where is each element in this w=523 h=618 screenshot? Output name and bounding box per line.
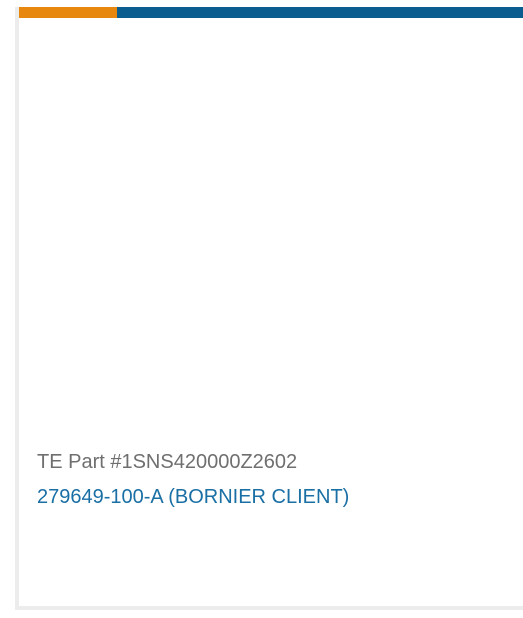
part-number: TE Part #1SNS420000Z2602 [37,451,298,473]
card-accent-bar [19,7,523,18]
product-card[interactable]: TE Part #1SNS420000Z2602 279649-100-A (B… [15,7,523,610]
product-name-link[interactable]: 279649-100-A (BORNIER CLIENT) [37,483,349,511]
accent-bar-orange [19,7,117,18]
product-image-area[interactable] [19,18,523,438]
accent-bar-blue [117,7,523,18]
